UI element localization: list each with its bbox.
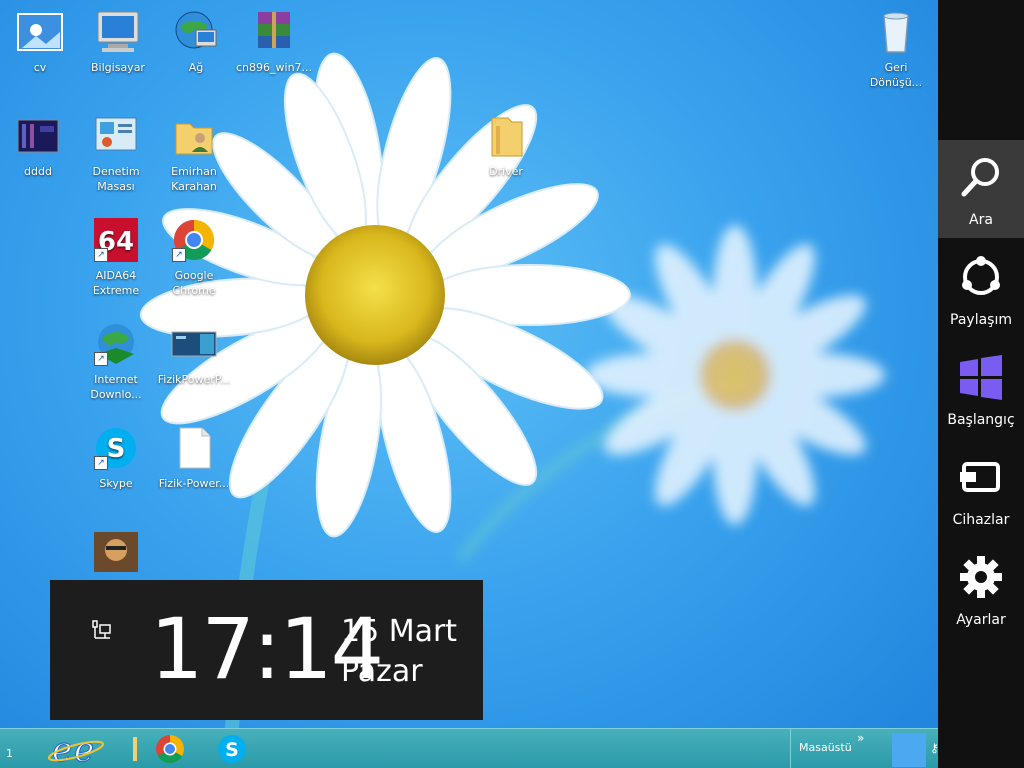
charm-start[interactable]: Başlangıç (938, 340, 1024, 438)
charm-devices[interactable]: Cihazlar (938, 440, 1024, 538)
icon-label: Emirhan Karahan (171, 165, 217, 193)
icon-label: Bilgisayar (91, 61, 145, 74)
search-icon (961, 158, 999, 197)
icon-label: Skype (99, 477, 133, 490)
desktop-icon-fizik-powerpoint-file[interactable]: Fizik-Power... (156, 424, 232, 491)
desktop-icon-fizikpowerpoint[interactable]: FizikPowerP... (156, 320, 232, 387)
charm-settings[interactable]: Ayarlar (938, 540, 1024, 638)
shortcut-arrow-icon: ↗ (94, 456, 108, 470)
desktop-icon-emirhan-karahan[interactable]: Emirhan Karahan (156, 112, 232, 194)
clock-panel: 17:14 15 Mart Pazar (50, 580, 483, 720)
chrome-icon: ↗ (170, 216, 218, 264)
desktop-icon-partial-image[interactable] (78, 528, 154, 580)
desktop-icon-cv[interactable]: cv (2, 8, 78, 75)
winrar-archive-icon (250, 8, 298, 56)
devices-icon (960, 462, 1000, 492)
taskbar-skype-button[interactable]: S (214, 731, 250, 767)
taskbar-left-fragment: 1 (6, 747, 13, 760)
desktop-icon-bilgisayar[interactable]: Bilgisayar (80, 8, 156, 75)
clock-date: 15 Mart (341, 614, 458, 649)
charm-label: Paylaşım (950, 312, 1012, 328)
desktop-icon-denetim-masasi[interactable]: Denetim Masası (78, 112, 154, 194)
settings-gear-icon (960, 556, 1002, 598)
toolbar-chevron-icon[interactable]: » (857, 731, 864, 745)
tray-key-icon[interactable]: ⚷ (930, 741, 938, 755)
charms-bar: Ara Paylaşım Başlangıç Cihazlar Ayarlar (938, 0, 1024, 768)
desktop-icon-recycle-bin[interactable]: Geri Dönüşü... (858, 8, 934, 90)
network-status-icon (92, 620, 111, 639)
svg-text:S: S (107, 434, 126, 464)
desktop-icon-dddd[interactable]: dddd (0, 112, 76, 179)
clock-day: Pazar (341, 654, 423, 689)
portrait-image-icon (92, 528, 140, 576)
svg-text:e: e (74, 731, 94, 767)
aida64-icon: 64 ↗ (92, 216, 140, 264)
charm-label: Başlangıç (947, 412, 1015, 428)
taskbar-desktop-toolbar[interactable]: Masaüstü » (790, 729, 891, 768)
taskbar-explorer-button[interactable] (128, 731, 142, 767)
desktop-toolbar-label: Masaüstü (799, 741, 852, 754)
icon-label: Geri Dönüşü... (869, 61, 923, 89)
windows-start-icon (960, 355, 1002, 400)
icon-label: dddd (24, 165, 52, 178)
desktop-icon-internet-download-manager[interactable]: ↗ Internet Downlo... (78, 320, 154, 402)
internet-explorer-icon: e e (47, 729, 105, 768)
shortcut-arrow-icon: ↗ (172, 248, 186, 262)
taskbar-internet-explorer-button[interactable]: e e (44, 729, 108, 768)
icon-label: cv (33, 61, 47, 74)
icon-label: FizikPowerP... (157, 373, 231, 386)
user-folder-icon (170, 112, 218, 160)
icon-label: Driver (489, 165, 523, 178)
desktop-icon-cn896[interactable]: cn896_win7... (236, 8, 312, 75)
shortcut-arrow-icon: ↗ (94, 352, 108, 366)
icon-label: Internet Downlo... (90, 373, 142, 401)
icon-label: Denetim Masası (92, 165, 140, 193)
svg-text:S: S (225, 739, 239, 761)
icon-label: Google Chrome (172, 269, 216, 297)
desktop-icon-google-chrome[interactable]: ↗ Google Chrome (156, 216, 232, 298)
blank-document-icon (170, 424, 218, 472)
desktop-icon-aida64[interactable]: 64 ↗ AIDA64 Extreme (78, 216, 154, 298)
clock-date-block: 15 Mart Pazar (341, 612, 457, 692)
desktop-icon-ag[interactable]: Ağ (158, 8, 234, 75)
dark-image-icon (14, 112, 62, 160)
folder-icon (482, 112, 530, 160)
skype-icon: S ↗ (92, 424, 140, 472)
control-panel-icon (92, 112, 140, 160)
file-explorer-icon (133, 737, 137, 761)
idm-globe-icon: ↗ (92, 320, 140, 368)
desktop-icon-skype[interactable]: S ↗ Skype (78, 424, 154, 491)
charm-label: Ayarlar (956, 612, 1006, 628)
network-globe-icon (172, 8, 220, 56)
desktop-icon-driver[interactable]: Driver (468, 112, 544, 179)
icon-label: Ağ (188, 61, 204, 74)
image-file-icon (16, 8, 64, 56)
icon-label: cn896_win7... (236, 61, 313, 74)
charm-label: Ara (969, 212, 993, 228)
charm-share[interactable]: Paylaşım (938, 240, 1024, 338)
desktop: cv Bilgisayar Ağ cn896_win7... Geri Dönü… (0, 0, 938, 768)
charm-search[interactable]: Ara (938, 140, 1024, 238)
recycle-bin-icon (872, 8, 920, 56)
skype-icon: S (218, 735, 246, 763)
taskbar: 1 e e S Masaüstü » ⚷ (0, 728, 938, 768)
share-icon (962, 256, 1000, 295)
chrome-icon (156, 735, 184, 763)
computer-icon (94, 8, 142, 56)
tray-highlight[interactable] (892, 733, 926, 767)
presentation-thumbnail-icon (170, 320, 218, 368)
charm-label: Cihazlar (952, 512, 1010, 528)
icon-label: AIDA64 Extreme (92, 269, 140, 297)
taskbar-chrome-button[interactable] (152, 731, 188, 767)
icon-label: Fizik-Power... (158, 477, 230, 490)
shortcut-arrow-icon: ↗ (94, 248, 108, 262)
